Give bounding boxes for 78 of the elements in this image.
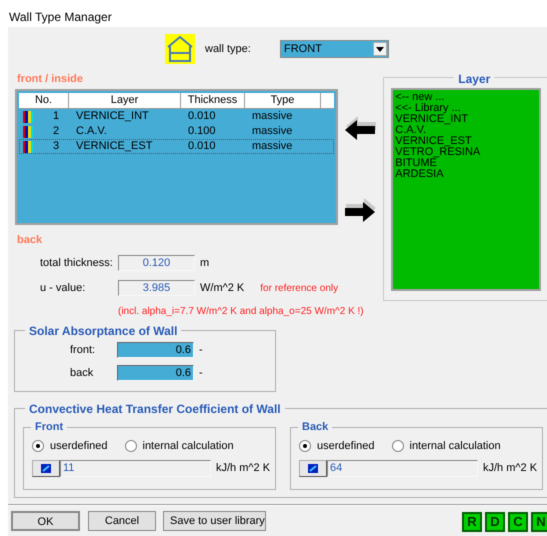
wall-type-label: wall type:: [205, 42, 252, 57]
table-cell-text: massive: [251, 109, 294, 124]
section-label: front / inside: [16, 72, 84, 87]
radio-button[interactable]: [32, 440, 44, 452]
radio-button[interactable]: [392, 440, 404, 452]
radio-option[interactable]: internal calculation: [124, 438, 234, 454]
table-cell-text: 0.100: [187, 124, 217, 140]
layer-list-item[interactable]: VERNICE_EST: [395, 136, 540, 147]
layer-list[interactable]: <-- new ... <<- Library ... VERNICE_INT C.A.V. VERNICE_EST VETRO_RESINA BITUME ARDESIA: [391, 88, 542, 291]
radio-label: userdefined: [317, 439, 374, 454]
layer-color-icon: [23, 140, 33, 152]
column-header[interactable]: Thickness: [181, 93, 245, 108]
coefficient-field[interactable]: 11: [60, 460, 211, 476]
radio-label: internal calculation: [410, 439, 501, 454]
unit-label: W/m^2 K: [200, 280, 244, 296]
table-cell-text: 0.010: [187, 109, 217, 124]
radio-button[interactable]: [299, 440, 311, 452]
layer-list-item[interactable]: BITUME: [395, 158, 540, 169]
layer-color-icon: [23, 126, 33, 138]
table-cell-text: 0.010: [187, 139, 217, 154]
unit-label: kJ/h m^2 K: [216, 460, 270, 476]
layer-list-item[interactable]: VETRO_RESINA: [395, 147, 540, 158]
unit-label: m: [200, 256, 210, 271]
house-icon: [165, 34, 195, 64]
quick-button[interactable]: C: [508, 512, 528, 532]
table-cell-text: 2: [53, 124, 60, 140]
quick-button[interactable]: R: [462, 512, 482, 532]
absorptance-field[interactable]: 0.6: [117, 365, 194, 381]
total-thickness-label: total thickness:: [40, 256, 114, 271]
quick-button[interactable]: D: [485, 512, 505, 532]
section-label: back: [16, 233, 44, 246]
total-thickness-field: 0.120: [118, 255, 195, 271]
table-row[interactable]: 3 VERNICE_EST 0.010 massive: [19, 139, 334, 154]
quick-button[interactable]: N: [531, 512, 547, 532]
layer-list-item[interactable]: <-- new ...: [395, 92, 540, 103]
radio-label: userdefined: [50, 439, 108, 454]
table-row[interactable]: 1 VERNICE_INT 0.010 massive: [19, 109, 334, 124]
table-cell-text: 1: [53, 109, 60, 124]
table-cell-text: VERNICE_INT: [75, 109, 150, 124]
radio-label: internal calculation: [142, 439, 234, 454]
column-header[interactable]: No.: [19, 93, 69, 108]
column-header[interactable]: Layer: [69, 93, 181, 108]
left-arrow-icon[interactable]: [342, 115, 379, 143]
radio-option[interactable]: userdefined: [299, 438, 374, 454]
radio-button[interactable]: [124, 440, 136, 452]
u-value-label: u - value:: [40, 280, 86, 296]
radio-option[interactable]: internal calculation: [392, 438, 501, 454]
layer-list-item[interactable]: <<- Library ...: [395, 103, 540, 114]
window-title: Wall Type Manager: [8, 9, 113, 26]
u-value-field: 3.985: [118, 280, 195, 296]
absorptance-field[interactable]: 0.6: [117, 342, 194, 358]
dialog-button[interactable]: Cancel: [88, 511, 156, 531]
unit-label: kJ/h m^2 K: [483, 460, 538, 476]
unit-label: -: [199, 342, 203, 358]
table-cell-text: 3: [53, 139, 60, 154]
table-row[interactable]: 2 C.A.V. 0.100 massive: [19, 124, 334, 139]
table-cell-text: massive: [251, 124, 294, 140]
dialog-button[interactable]: OK: [11, 511, 80, 531]
wall-type-dropdown[interactable]: FRONT: [280, 40, 389, 58]
dialog-button[interactable]: Save to user library: [163, 511, 266, 531]
reference-note: for reference only: [260, 282, 338, 296]
radio-option[interactable]: userdefined: [32, 438, 108, 454]
dropdown-caret-icon[interactable]: [373, 42, 387, 56]
absorptance-label: front:: [70, 342, 96, 358]
table-cell-text: massive: [251, 139, 294, 154]
table-cell-text: C.A.V.: [75, 124, 108, 140]
edit-icon-button[interactable]: [32, 460, 60, 476]
formula-note: (incl. alpha_i=7.7 W/m^2 K and alpha_o=25 W/m^2 K !): [118, 305, 365, 319]
unit-label: -: [199, 366, 203, 381]
edit-icon-button[interactable]: [299, 460, 327, 476]
absorptance-label: back: [70, 366, 94, 381]
coefficient-field[interactable]: 64: [327, 460, 478, 476]
layer-list-item[interactable]: C.A.V.: [395, 125, 540, 136]
table-cell-text: VERNICE_EST: [75, 139, 154, 154]
layer-list-item[interactable]: ARDESIA: [395, 169, 540, 180]
column-header[interactable]: Type: [245, 93, 321, 108]
layer-list-item[interactable]: VERNICE_INT: [395, 114, 540, 125]
layer-color-icon: [23, 110, 33, 122]
